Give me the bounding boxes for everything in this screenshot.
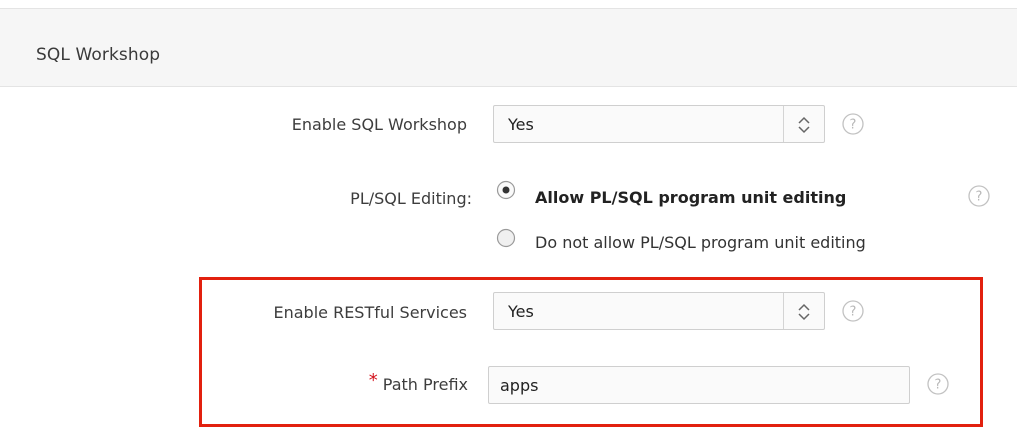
path-prefix-value: apps: [500, 376, 539, 395]
select-divider: [783, 106, 784, 142]
radio-disallow-plsql-editing[interactable]: [496, 228, 516, 248]
enable-restful-services-value: Yes: [508, 302, 534, 321]
radio-allow-plsql-editing[interactable]: [496, 180, 516, 200]
help-icon[interactable]: ?: [968, 185, 990, 207]
enable-sql-workshop-value: Yes: [508, 115, 534, 134]
enable-sql-workshop-select[interactable]: Yes: [493, 105, 825, 143]
updown-chevron-icon: [798, 303, 810, 321]
help-icon[interactable]: ?: [927, 373, 949, 395]
region-header: SQL Workshop: [0, 9, 1017, 87]
enable-restful-services-select[interactable]: Yes: [493, 292, 825, 330]
svg-text:?: ?: [850, 118, 857, 133]
help-icon[interactable]: ?: [842, 300, 864, 322]
path-prefix-label-row: * Path Prefix: [369, 370, 468, 395]
disallow-plsql-editing-label[interactable]: Do not allow PL/SQL program unit editing: [535, 233, 866, 252]
select-divider: [783, 293, 784, 329]
help-icon[interactable]: ?: [842, 113, 864, 135]
path-prefix-input[interactable]: apps: [488, 366, 910, 404]
enable-sql-workshop-label: Enable SQL Workshop: [291, 115, 467, 134]
required-marker: *: [368, 370, 378, 391]
plsql-editing-label: PL/SQL Editing:: [350, 189, 472, 208]
updown-chevron-icon: [798, 116, 810, 134]
region-title: SQL Workshop: [36, 45, 161, 65]
svg-text:?: ?: [850, 305, 857, 320]
allow-plsql-editing-label[interactable]: Allow PL/SQL program unit editing: [535, 188, 846, 207]
path-prefix-label: Path Prefix: [382, 375, 468, 394]
svg-text:?: ?: [976, 190, 983, 205]
enable-restful-services-label: Enable RESTful Services: [273, 303, 467, 322]
svg-text:?: ?: [935, 378, 942, 393]
